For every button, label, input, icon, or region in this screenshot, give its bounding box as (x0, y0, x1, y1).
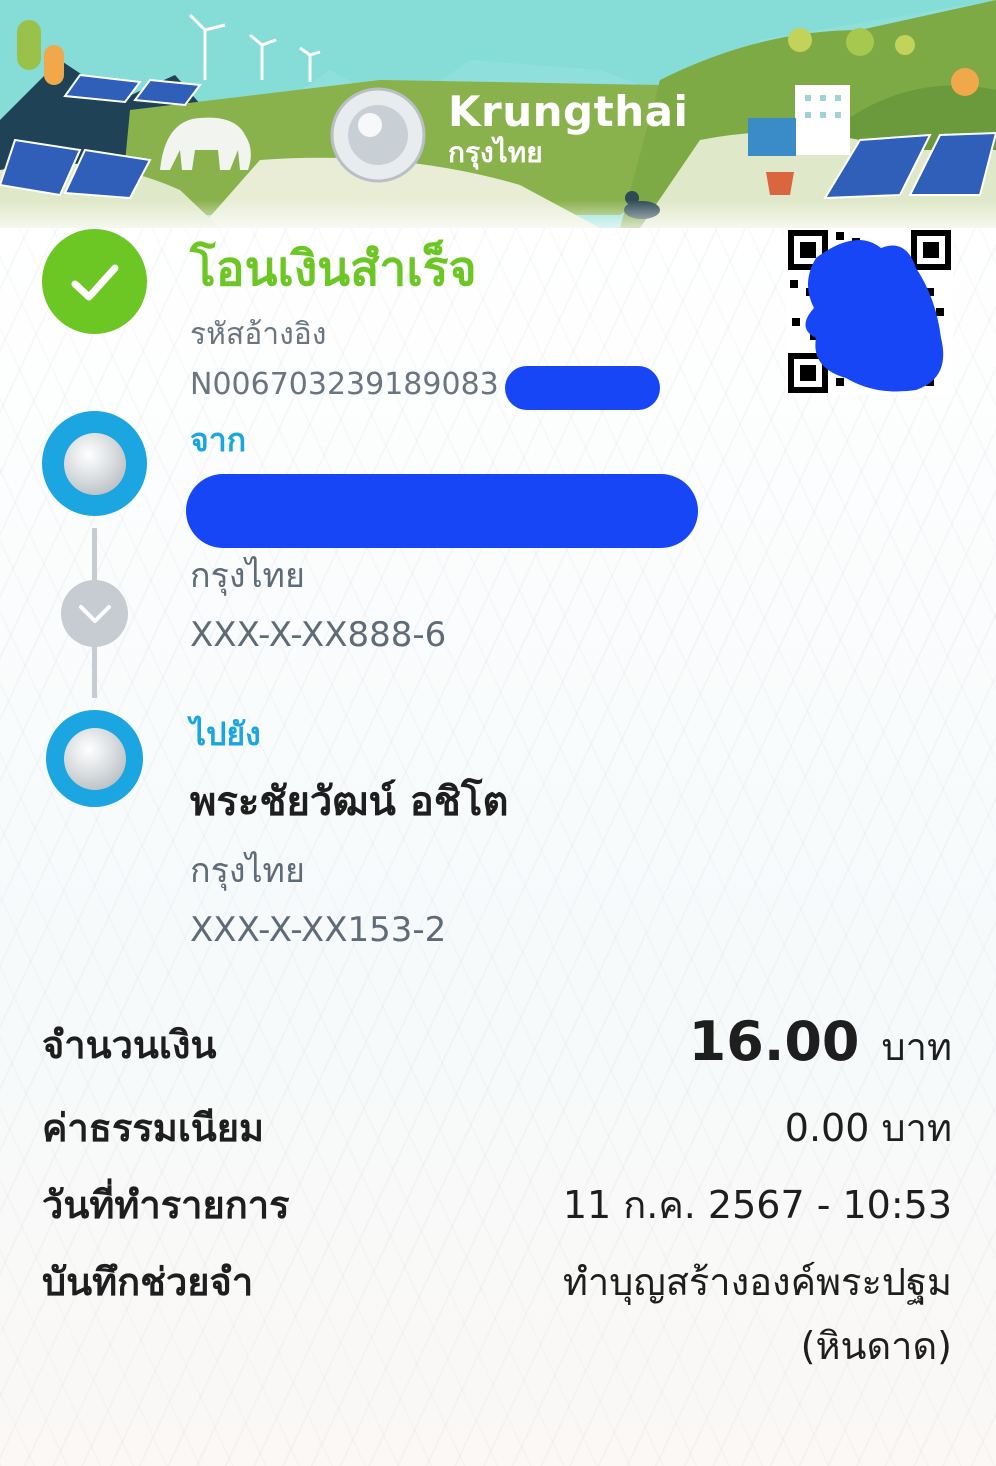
date-label: วันที่ทำรายการ (42, 1183, 290, 1227)
amount-value: 16.00 (688, 1010, 860, 1073)
from-label: จาก (190, 421, 247, 459)
qr-code[interactable] (786, 228, 953, 395)
header-banner: Krungthai กรุงไทย (0, 0, 996, 228)
reference-label: รหัสอ้างอิง (190, 317, 327, 352)
reference-value: N006703239189083 (190, 367, 499, 402)
success-check-icon (42, 229, 147, 334)
from-account-number: XXX-X-XX888-6 (190, 615, 447, 655)
fee-value: 0.00 บาท (784, 1106, 952, 1150)
amount-unit: บาท (881, 1025, 952, 1069)
chevron-down-icon (61, 580, 128, 647)
brand-logo: Krungthai กรุงไทย (448, 88, 688, 170)
to-bank-logo (46, 710, 143, 807)
brand-name-th: กรุงไทย (448, 136, 543, 169)
redaction-mark-reference (505, 366, 660, 410)
banner-fade (0, 200, 996, 228)
to-bank-name: กรุงไทย (190, 851, 305, 891)
date-value: 11 ก.ค. 2567 - 10:53 (562, 1183, 952, 1227)
status-title: โอนเงินสำเร็จ (190, 241, 477, 297)
fee-label: ค่าธรรมเนียม (42, 1106, 265, 1150)
amount-label: จำนวนเงิน (42, 1023, 217, 1067)
to-label: ไปยัง (190, 715, 261, 753)
amount-value-group: 16.00 บาท (689, 1010, 952, 1079)
recipient-name: พระชัยวัฒน์ อชิโต (190, 779, 509, 825)
memo-label: บันทึกช่วยจำ (42, 1260, 254, 1304)
from-bank-logo (42, 411, 147, 516)
from-bank-name: กรุงไทย (190, 556, 305, 596)
memo-value-line1: ทำบุญสร้างองค์พระปฐม (562, 1260, 952, 1304)
redaction-mark-sender-name (186, 474, 698, 548)
memo-value-line2: (หินดาด) (800, 1324, 952, 1368)
to-account-number: XXX-X-XX153-2 (190, 910, 447, 950)
brand-name-en: Krungthai (448, 87, 689, 136)
